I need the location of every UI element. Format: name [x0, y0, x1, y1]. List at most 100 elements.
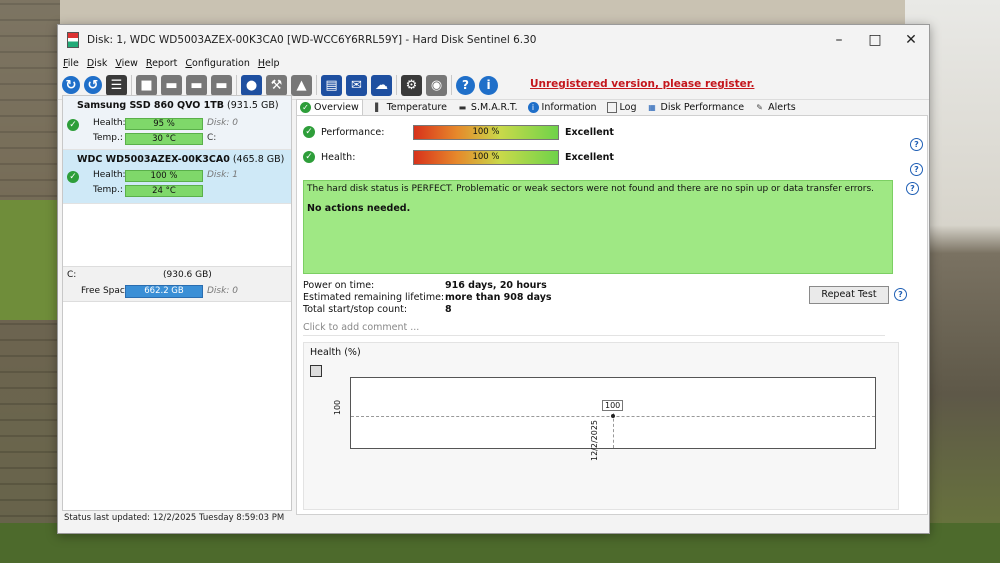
health-bar: 100 %: [413, 149, 559, 165]
refresh-all-icon[interactable]: ↺: [84, 76, 102, 94]
tab-label: Disk Performance: [660, 101, 745, 113]
volume-disk: Disk: 0: [207, 286, 238, 296]
minimize-button[interactable]: –: [821, 25, 857, 55]
overview-panel: ✓ Performance: 100 % Excellent ? ✓ Healt…: [296, 115, 928, 515]
tab-label: Temperature: [386, 101, 447, 113]
performance-label: Performance:: [321, 126, 385, 138]
disk-list-icon[interactable]: ☰: [106, 74, 127, 96]
surface-test-icon[interactable]: ■: [136, 74, 157, 96]
tab-log[interactable]: Log: [606, 101, 637, 113]
disk-capacity: (931.5 GB): [227, 100, 279, 111]
health-graph: Health (%) 100 100 12/2/2025: [303, 342, 899, 510]
app-window: Disk: 1, WDC WD5003AZEX-00K3CA0 [WD-WCC6…: [57, 24, 930, 534]
disk-name: WDC WD5003AZEX-00K3CA0 (465.8 GB): [77, 154, 284, 165]
free-space-label: Free Space: [81, 286, 131, 296]
short-test-icon[interactable]: ▬: [161, 74, 182, 96]
data-label: 100: [602, 400, 624, 411]
settings-gear-icon[interactable]: ⚙: [401, 74, 422, 96]
tab-overview[interactable]: ✓ Overview: [296, 98, 363, 116]
smart-icon: ▬: [458, 102, 467, 112]
disk-index: Disk: 0: [207, 118, 238, 128]
health-label: Health:: [321, 151, 356, 163]
menu-view[interactable]: View: [115, 58, 138, 69]
report-icon[interactable]: ▤: [321, 74, 342, 96]
health-rating: Excellent: [565, 151, 614, 163]
sound-icon[interactable]: ◉: [426, 74, 447, 96]
toolbar-separator: [131, 75, 132, 95]
status-message: The hard disk status is PERFECT. Problem…: [307, 184, 874, 194]
power-on-value: 916 days, 20 hours: [445, 280, 547, 291]
disk-model: WDC WD5003AZEX-00K3CA0: [77, 154, 230, 165]
power-on-label: Power on time:: [303, 280, 375, 291]
window-title: Disk: 1, WDC WD5003AZEX-00K3CA0 [WD-WCC6…: [87, 34, 537, 46]
menu-file[interactable]: File: [63, 58, 79, 69]
disk-capacity: (465.8 GB): [232, 154, 285, 165]
tab-label: S.M.A.R.T.: [470, 101, 518, 113]
title-bar[interactable]: Disk: 1, WDC WD5003AZEX-00K3CA0 [WD-WCC6…: [58, 25, 929, 55]
benchmark-icon[interactable]: ▬: [211, 74, 232, 96]
tab-information[interactable]: i Information: [527, 101, 597, 113]
disk-index: Disk: 1: [207, 170, 238, 180]
tools-icon[interactable]: ⚒: [266, 74, 287, 96]
data-point: [611, 414, 615, 418]
repeat-test-button[interactable]: Repeat Test: [809, 286, 889, 304]
free-space-bar: 662.2 GB: [125, 285, 203, 298]
network-icon[interactable]: ☁: [371, 74, 392, 96]
thermometer-icon: ▌: [375, 102, 382, 112]
performance-bar: 100 %: [413, 124, 559, 140]
menu-configuration[interactable]: Configuration: [185, 58, 249, 69]
maximize-button[interactable]: □: [857, 25, 893, 55]
disk-model: Samsung SSD 860 QVO 1TB: [77, 100, 225, 111]
temp-label: Temp.:: [93, 185, 123, 195]
check-icon: ✓: [67, 171, 79, 183]
globe-icon[interactable]: ●: [241, 74, 262, 96]
disk-card-wdc[interactable]: WDC WD5003AZEX-00K3CA0 (465.8 GB) ✓ Heal…: [63, 150, 291, 204]
backup-icon[interactable]: ▲: [291, 74, 312, 96]
health-bar: 100 %: [125, 170, 203, 182]
tab-label: Information: [541, 101, 597, 113]
help-icon[interactable]: ?: [910, 163, 923, 176]
tab-label: Overview: [314, 102, 359, 113]
help-icon[interactable]: ?: [456, 75, 475, 95]
check-icon: ✓: [67, 119, 79, 131]
window-controls: – □ ✕: [821, 25, 929, 55]
volume-card[interactable]: C: (930.6 GB) Free Space 662.2 GB Disk: …: [63, 266, 291, 302]
y-tick-label: 100: [333, 399, 343, 416]
toolbar-separator: [451, 75, 452, 95]
check-icon: ✓: [303, 151, 315, 163]
volume-size: (930.6 GB): [163, 270, 212, 280]
menu-disk[interactable]: Disk: [87, 58, 107, 69]
tab-disk-performance[interactable]: ▦ Disk Performance: [647, 101, 745, 113]
log-icon: [606, 101, 617, 113]
help-icon[interactable]: ?: [894, 288, 907, 301]
menu-report[interactable]: Report: [146, 58, 178, 69]
lifetime-label: Estimated remaining lifetime:: [303, 292, 445, 303]
tab-alerts[interactable]: ✎ Alerts: [754, 102, 795, 113]
disk-card-samsung[interactable]: Samsung SSD 860 QVO 1TB (931.5 GB) ✓ Hea…: [63, 96, 291, 150]
unregistered-link[interactable]: Unregistered version, please register.: [530, 78, 754, 90]
performance-rating: Excellent: [565, 126, 614, 138]
help-icon[interactable]: ?: [906, 182, 919, 195]
refresh-icon[interactable]: ↻: [62, 76, 80, 94]
x-tick-label: 12/2/2025: [590, 419, 599, 461]
health-label: Health:: [93, 170, 126, 180]
volume-letter: C:: [67, 270, 77, 280]
tab-bar: ✓ Overview ▌ Temperature ▬ S.M.A.R.T. i …: [296, 98, 806, 116]
comment-input[interactable]: Click to add comment ...: [303, 321, 885, 336]
extended-test-icon[interactable]: ▬: [186, 74, 207, 96]
info-icon[interactable]: i: [479, 75, 498, 95]
toolbar-separator: [316, 75, 317, 95]
background-grass: [0, 200, 60, 320]
status-box: The hard disk status is PERFECT. Problem…: [303, 180, 893, 274]
temp-label: Temp.:: [93, 133, 123, 143]
menu-help[interactable]: Help: [258, 58, 280, 69]
email-icon[interactable]: ✉: [346, 74, 367, 96]
save-icon[interactable]: [310, 365, 322, 377]
close-button[interactable]: ✕: [893, 25, 929, 55]
tab-temperature[interactable]: ▌ Temperature: [373, 102, 447, 113]
drive-letter: C:: [207, 133, 217, 143]
graph-title: Health (%): [310, 347, 361, 358]
startstop-value: 8: [445, 304, 452, 315]
tab-smart[interactable]: ▬ S.M.A.R.T.: [457, 102, 518, 113]
disk-list-panel: Samsung SSD 860 QVO 1TB (931.5 GB) ✓ Hea…: [62, 95, 292, 511]
